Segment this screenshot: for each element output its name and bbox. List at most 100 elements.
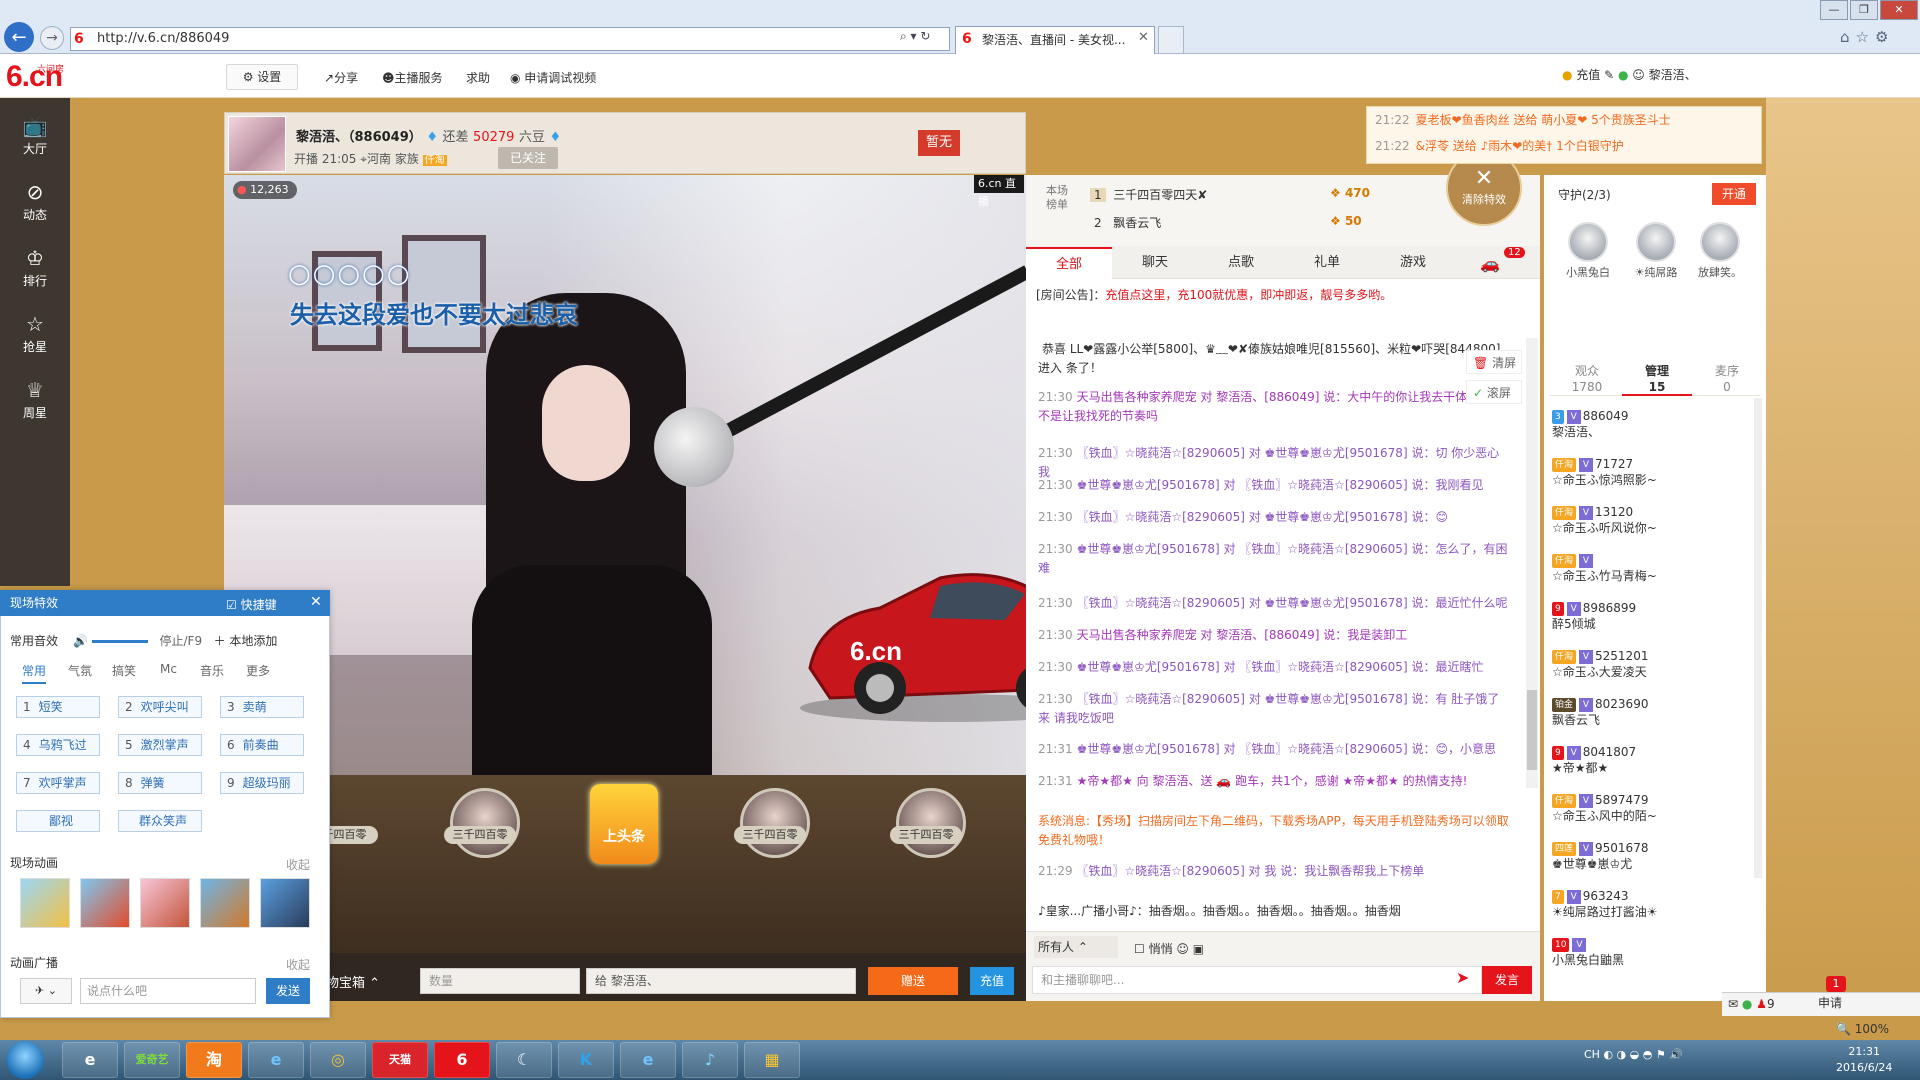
tab-close-icon[interactable]: ✕ [1138,30,1149,45]
sound-button[interactable]: 3 卖萌 [220,696,304,718]
animation-thumb[interactable] [80,878,130,928]
tab-admins[interactable]: 管理 15 [1622,360,1692,396]
animation-thumb[interactable] [20,878,70,928]
tab-games[interactable]: 游戏 [1370,247,1456,279]
rank-row[interactable]: 2 飘香云飞 [1090,214,1161,231]
user-row[interactable]: 仟淘 V 5251201 ☆命玉ふ大爱凌天 [1552,648,1748,692]
broadcast-item[interactable]: 21:22 夏老板❤鱼香肉丝 送给 萌小夏❤ 5个贵族圣斗士 [1375,107,1761,133]
volume-slider[interactable] [92,640,149,643]
taskbar-app[interactable]: 天猫 [372,1042,428,1078]
broadcast-item[interactable]: 21:22 &浮苓 送给 ♪雨木❤的美† 1个白银守护 [1375,133,1761,159]
emoji-icon[interactable]: ☺ [1176,942,1189,956]
taskbar-app[interactable]: K [558,1042,614,1078]
new-tab-button[interactable] [1158,26,1184,54]
sidebar-item-weekly[interactable]: ♕ 周星 [0,370,70,434]
fx-tab-funny[interactable]: 搞笑 [112,662,136,679]
open-guard-button[interactable]: 开通 [1712,183,1756,205]
broadcast-input[interactable]: 说点什么吧 [80,978,256,1004]
chat-scroll-thumb[interactable] [1527,690,1537,770]
forward-button[interactable]: → [40,26,64,50]
taskbar-app[interactable]: 淘 [186,1042,242,1078]
guard-avatar[interactable] [1636,222,1676,262]
browser-tab[interactable]: 黎浯浯、直播间 - 美女视... [955,26,1155,54]
tab-audience[interactable]: 观众 1780 [1552,360,1622,396]
fx-tab-music[interactable]: 音乐 [200,662,224,679]
minimize-button[interactable]: — [1820,0,1848,20]
taskbar-app[interactable]: ☾ [496,1042,552,1078]
start-button[interactable] [6,1041,44,1079]
edit-icon[interactable]: ✎ [1600,68,1618,82]
car-icon[interactable]: 🚗 [1480,254,1500,273]
taskbar-app[interactable]: ♪ [682,1042,738,1078]
sound-button[interactable]: 9 超级玛丽 [220,772,304,794]
fx-tab-more[interactable]: 更多 [246,662,270,679]
user-row[interactable]: 铂金 V 8023690 飘香云飞 [1552,696,1748,740]
user-row[interactable]: 10 V 小黑兔白鼬黑 [1552,936,1748,980]
sound-button[interactable]: 群众笑声 [118,810,202,832]
collapse-anim-link[interactable]: 收起 [286,856,310,873]
sound-button[interactable]: 4 乌鸦飞过 [16,734,100,756]
fx-tab-mood[interactable]: 气氛 [68,662,92,679]
animation-thumb[interactable] [260,878,310,928]
send-gift-button[interactable]: 赠送 [868,967,958,995]
share-link[interactable]: ↗分享 [324,69,358,86]
animation-thumb[interactable] [200,878,250,928]
guard-avatar[interactable] [1700,222,1740,262]
sound-button[interactable]: 5 激烈掌声 [118,734,202,756]
animation-thumb[interactable] [140,878,190,928]
sound-button[interactable]: 2 欢呼尖叫 [118,696,202,718]
rank-row[interactable]: 1 三千四百零四天✘ [1090,186,1207,203]
broadcast-type-select[interactable]: ✈ ⌄ [20,978,72,1004]
debug-video-link[interactable]: ◉ 申请调试视频 [510,69,596,86]
chat-input[interactable]: 和主播聊聊吧... [1032,966,1482,994]
scroll-lock-button[interactable]: ✓ 滚屏 [1466,380,1522,404]
quantity-input[interactable]: 数量 [420,968,580,994]
sound-button[interactable]: 1 短笑 [16,696,100,718]
sidebar-item-rank[interactable]: ♔ 排行 [0,238,70,302]
user-row[interactable]: 9 V 8986899 醉5倾城 [1552,600,1748,644]
clear-screen-button[interactable]: 🗑 清屏 [1466,350,1522,374]
back-button[interactable]: ← [4,22,34,52]
family-badge[interactable]: 仟淘 [422,155,447,166]
user-row[interactable]: 仟淘 V 13120 ☆命玉ふ听风说你~ [1552,504,1748,548]
close-window-button[interactable]: ✕ [1880,0,1918,20]
sidebar-item-hall[interactable]: 📺 大厅 [0,106,70,170]
taskbar-app[interactable]: 6 [434,1042,490,1078]
follow-button[interactable]: 已关注 [498,147,558,169]
sound-button[interactable]: 7 欢呼掌声 [16,772,100,794]
person-icon[interactable]: ♟ [1756,997,1767,1011]
clock[interactable]: 21:31 2016/6/24 [1836,1044,1892,1076]
guard-avatar[interactable] [1568,222,1608,262]
whisper-checkbox[interactable]: ☐ 悄悄 ☺ ▣ [1134,940,1204,957]
fx-tab-common[interactable]: 常用 [22,662,47,684]
help-link[interactable]: 求助 [466,69,490,86]
fx-tab-mc[interactable]: Mc [160,662,177,676]
taskbar-app[interactable]: ▦ [744,1042,800,1078]
volume-icon[interactable]: 🔊 [73,634,88,648]
taskbar-app[interactable]: e [62,1042,118,1078]
taskbar-app[interactable]: e [620,1042,676,1078]
taskbar-app[interactable]: 爱奇艺 [124,1042,180,1078]
user-row[interactable]: 仟淘 V ☆命玉ふ竹马青梅~ [1552,552,1748,596]
sidebar-item-star[interactable]: ☆ 抢星 [0,304,70,368]
home-star-gear-icon[interactable]: ⌂☆⚙ [1840,28,1918,48]
gift-avatar[interactable] [450,788,520,858]
collapse-broadcast-link[interactable]: 收起 [286,956,310,973]
user-row[interactable]: 仟淘 V 71727 ☆命玉ふ惊鸿照影~ [1552,456,1748,500]
user-row[interactable]: 9 V 8041807 ★帝★都★ [1552,744,1748,788]
system-tray[interactable]: CH ◐ ◑ ◒ ◓ ⚑ 🔊 [1584,1048,1683,1061]
tab-queue[interactable]: 麦序 0 [1692,360,1762,396]
search-refresh-icon[interactable]: ⌕ ▾ ↻ [900,29,950,49]
user-row[interactable]: 四莲 V 9501678 ♚世尊♚崽♔尤 [1552,840,1748,884]
taskbar-app[interactable]: ◎ [310,1042,366,1078]
tab-songs[interactable]: 点歌 [1198,247,1284,279]
tab-all[interactable]: 全部 [1026,247,1112,279]
user-row[interactable]: 3 V 886049 黎浯浯、 [1552,408,1748,452]
sound-button[interactable]: 鄙视 [16,810,100,832]
maximize-button[interactable]: ❐ [1850,0,1878,20]
tab-gifts[interactable]: 礼单 [1284,247,1370,279]
hotkey-checkbox[interactable]: ☑ 快捷键 [226,596,277,613]
user-row[interactable]: 7 V 963243 ☀纯屌路过打酱油☀ [1552,888,1748,932]
stop-button[interactable]: 停止/F9 [160,634,203,648]
sound-button[interactable]: 8 弹簧 [118,772,202,794]
